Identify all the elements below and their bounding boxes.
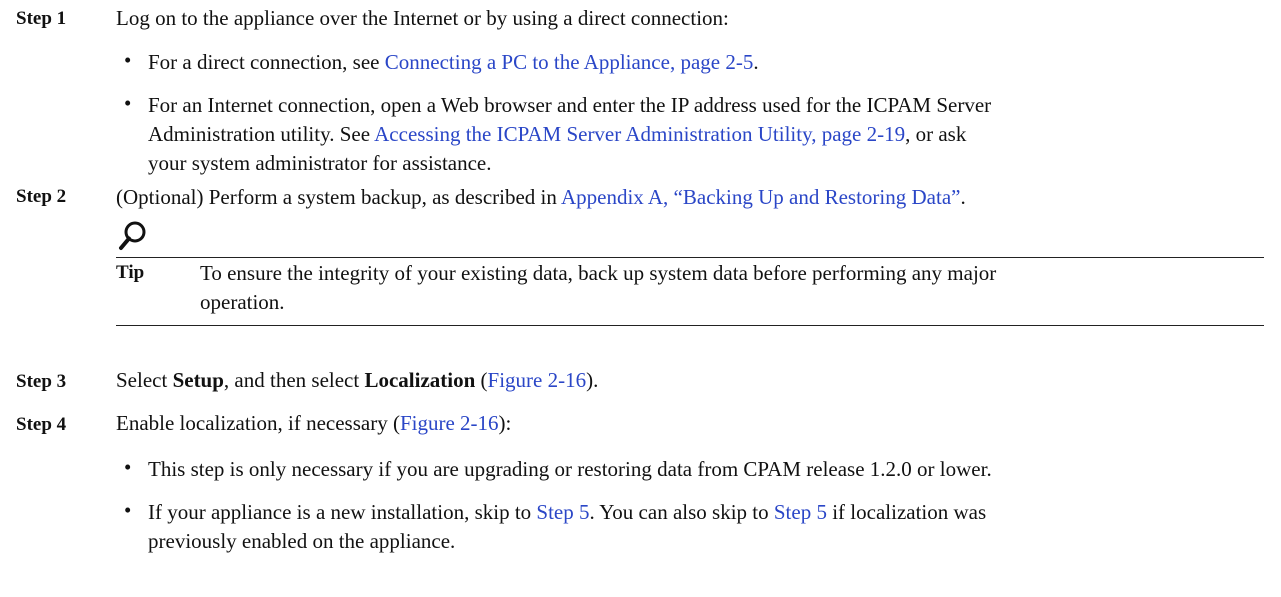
step-text: ( [475,368,488,392]
tip-text: To ensure the integrity of your existing… [200,259,1260,317]
bullet-line: previously enabled on the appliance. [148,529,456,553]
bullet-text: . [753,50,759,74]
link-step-5[interactable]: Step 5 [536,500,589,524]
bullet: • [124,91,132,115]
step-4-label: Step 4 [16,414,67,435]
bullet-text: if localization was [826,500,987,524]
bullet-line: If your appliance is a new installation,… [148,498,1268,527]
step-text: ). [586,368,599,392]
step-2-text: (Optional) Perform a system backup, as d… [116,183,966,212]
step-text: Enable localization, if necessary ( [116,411,400,435]
step-4-bullet-1: This step is only necessary if you are u… [148,457,992,481]
link-connecting-pc[interactable]: Connecting a PC to the Appliance, page 2… [385,50,754,74]
tip-label: Tip [116,262,145,283]
bullet-text: If your appliance is a new installation,… [148,500,537,524]
bullet: • [124,48,132,72]
step-1-label: Step 1 [16,8,67,29]
step-4-bullet-2: If your appliance is a new installation,… [148,498,1268,556]
link-figure-2-16[interactable]: Figure 2-16 [400,411,499,435]
step-2-label: Step 2 [16,186,67,207]
link-appendix-a[interactable]: Appendix A, “Backing Up and Restoring Da… [561,185,961,209]
step-1-bullet-2: For an Internet connection, open a Web b… [148,91,1268,178]
step-text: , and then select [223,368,365,392]
localization-term: Localization [364,368,476,392]
step-1-bullet-1: For a direct connection, see Connecting … [148,48,1268,77]
step-1-text: Log on to the appliance over the Interne… [116,6,729,30]
bullet-line: Administration utility. See Accessing th… [148,120,1268,149]
step-text: Select [116,368,173,392]
step-text: ): [498,411,512,435]
step-4-text: Enable localization, if necessary (Figur… [116,409,511,438]
bullet-text: , or ask [905,122,967,146]
tip-bottom-rule [116,325,1264,326]
setup-term: Setup [172,368,224,392]
link-figure-2-16[interactable]: Figure 2-16 [488,368,587,392]
step-3-label: Step 3 [16,371,67,392]
bullet-text: Administration utility. See [148,122,375,146]
tip-line: To ensure the integrity of your existing… [200,261,997,285]
tip-line: operation. [200,290,285,314]
bullet: • [124,498,132,522]
step-text: (Optional) Perform a system backup, as d… [116,185,561,209]
bullet: • [124,455,132,479]
bullet-line: your system administrator for assistance… [148,151,492,175]
bullet-text: . You can also skip to [589,500,774,524]
magnifier-tip-icon [119,221,146,250]
step-text: . [960,185,966,209]
link-accessing-icpam[interactable]: Accessing the ICPAM Server Administratio… [374,122,905,146]
step-3-text: Select Setup, and then select Localizati… [116,366,598,395]
bullet-text: For a direct connection, see [148,50,385,74]
bullet-line: For an Internet connection, open a Web b… [148,93,992,117]
tip-top-rule [116,257,1264,258]
link-step-5[interactable]: Step 5 [774,500,827,524]
